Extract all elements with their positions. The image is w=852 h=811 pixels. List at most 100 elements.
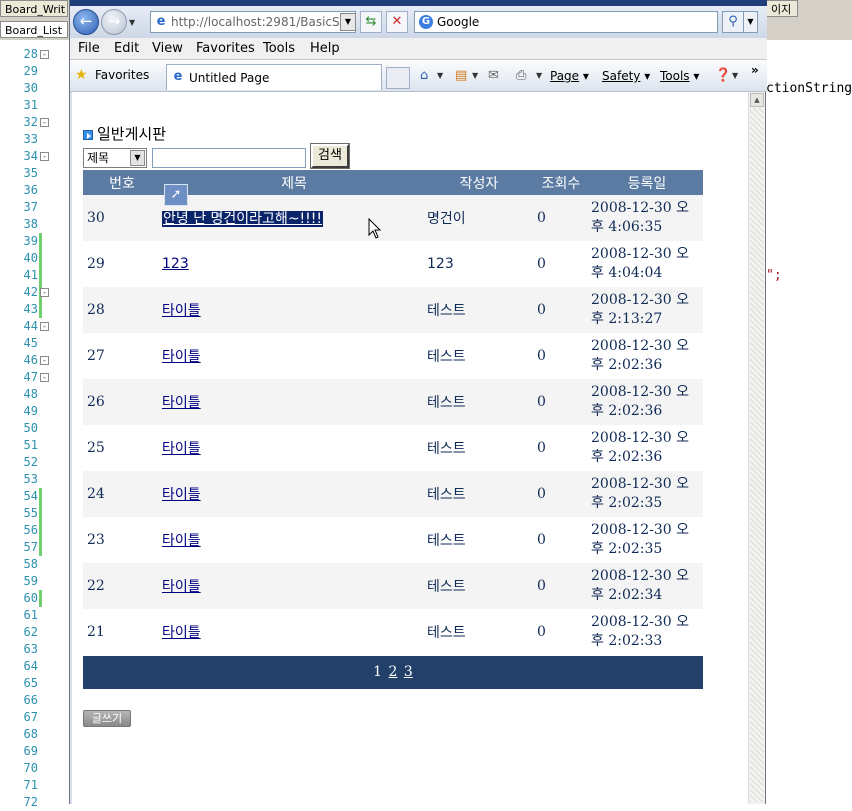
row-writer: 테스트 [427,441,466,457]
search-go-button[interactable]: ⚲ [722,11,744,33]
row-writer: 123 [427,256,454,272]
line-number: 40 [23,251,38,265]
fold-toggle-icon[interactable]: - [40,322,49,331]
post-title-link[interactable]: 타이틀 [162,487,201,503]
post-title-link[interactable]: 타이틀 [162,441,201,457]
help-icon[interactable]: ❓ [715,67,731,85]
help-dropdown[interactable]: ▼ [732,71,738,80]
post-title-link[interactable]: 타이틀 [162,625,201,641]
row-date-line1: 2008-12-30 오 [591,338,690,354]
board-table: 번호 제목 작성자 조회수 등록일 30 안녕 난 명건이라고해~!!!! 명건이 0… [83,170,703,655]
editor-code-area[interactable] [766,44,852,804]
fold-toggle-icon[interactable]: - [40,288,49,297]
post-title-link[interactable]: 123 [162,256,189,272]
editor-tab-board-list[interactable]: Board_List [0,21,68,38]
row-date: 2008-12-30 오후 2:02:36 [591,379,703,425]
row-date-line1: 2008-12-30 오 [591,292,690,308]
menu-edit[interactable]: Edit [112,40,141,58]
fold-toggle-icon[interactable]: - [40,356,49,365]
back-button[interactable]: ← [73,9,99,35]
fold-toggle-icon[interactable]: - [40,50,49,59]
line-number: 65 [23,676,38,690]
feeds-icon[interactable]: ▤ [455,67,467,85]
fold-toggle-icon[interactable]: - [40,373,49,382]
tab-untitled-page[interactable]: e Untitled Page [166,64,382,90]
line-number: 35 [23,166,38,180]
page-link-2[interactable]: 2 [389,664,398,680]
post-title-link[interactable]: 타이틀 [162,303,201,319]
row-number: 26 [83,379,161,425]
line-number: 67 [23,710,38,724]
vertical-scrollbar[interactable]: ▲ [748,92,765,804]
line-number: 45 [23,336,38,350]
row-date: 2008-12-30 오후 2:02:33 [591,609,703,655]
search-button[interactable]: 검색 [310,143,350,169]
menu-tools[interactable]: Tools [261,40,297,58]
line-number: 43 [23,302,38,316]
editor-tab-board-write[interactable]: Board_Writ [0,0,68,17]
stop-button[interactable]: ✕ [386,11,408,33]
row-date: 2008-12-30 오후 2:02:35 [591,517,703,563]
address-dropdown-button[interactable]: ▼ [340,13,356,31]
row-writer: 테스트 [427,349,466,365]
post-title-link[interactable]: 타이틀 [162,349,201,365]
line-number: 70 [23,761,38,775]
menu-bar: File Edit View Favorites Tools Help [70,38,767,60]
post-title-link[interactable]: 타이틀 [162,395,201,411]
post-title-link[interactable]: 안녕 난 명건이라고해~!!!! [162,211,323,227]
safety-menu-button[interactable]: Safety ▾ [602,67,650,85]
row-date-line1: 2008-12-30 오 [591,200,690,216]
print-dropdown[interactable]: ▼ [536,71,542,80]
recent-pages-dropdown[interactable]: ▼ [129,18,135,27]
fold-toggle-icon[interactable]: - [40,118,49,127]
feeds-dropdown[interactable]: ▼ [472,71,478,80]
home-icon[interactable]: ⌂ [420,67,428,85]
search-field-select[interactable]: 제목 ▼ [83,148,147,168]
row-views: 0 [537,348,546,364]
tools-menu-button[interactable]: Tools ▾ [660,67,699,85]
line-number: 64 [23,659,38,673]
search-provider-input[interactable]: G Google [414,11,718,33]
line-number: 46 [23,353,38,367]
fold-toggle-icon[interactable]: - [40,152,49,161]
star-icon: ★ [75,67,88,83]
forward-button[interactable]: → [101,9,127,35]
search-input[interactable] [152,148,306,168]
row-date: 2008-12-30 오후 2:02:34 [591,563,703,609]
post-title-link[interactable]: 타이틀 [162,579,201,595]
print-icon[interactable]: ⎙ [516,67,526,85]
menu-view[interactable]: View [150,40,185,58]
new-tab-button[interactable] [386,67,410,89]
write-post-button[interactable]: 글쓰기 [83,710,131,727]
chevron-down-icon[interactable]: ▼ [130,150,145,166]
menu-help[interactable]: Help [308,40,342,58]
line-number: 56 [23,523,38,537]
home-dropdown[interactable]: ▼ [437,71,443,80]
table-row: 21 타이틀 테스트 0 2008-12-30 오후 2:02:33 [83,609,703,655]
scroll-track[interactable] [750,108,764,802]
scroll-up-button[interactable]: ▲ [750,93,764,107]
row-writer: 명건이 [427,195,531,241]
page-link-3[interactable]: 3 [404,664,413,680]
refresh-button[interactable]: ⇆ [360,11,382,33]
chevron-more-icon[interactable]: » [751,63,759,77]
menu-file[interactable]: File [76,40,102,58]
row-title-cell: 타이틀 [161,287,427,333]
menu-favorites[interactable]: Favorites [194,40,257,58]
column-header-views: 조회수 [531,170,591,195]
forward-arrow-icon: → [107,12,121,30]
row-date-line2: 후 4:04:04 [591,265,663,281]
favorites-button[interactable]: Favorites [95,67,149,83]
line-number: 59 [23,574,38,588]
row-date: 2008-12-30 오후 2:02:36 [591,425,703,471]
editor-tab-page[interactable]: 이지 [766,0,798,17]
address-input[interactable]: e http://localhost:2981/BasicS [150,11,356,33]
post-title-link[interactable]: 타이틀 [162,533,201,549]
row-views: 0 [537,256,546,272]
row-title-cell: 타이틀 [161,517,427,563]
page-menu-button[interactable]: Page ▾ [550,67,589,85]
line-number: 57 [23,540,38,554]
mail-icon[interactable]: ✉ [488,67,499,85]
line-number: 50 [23,421,38,435]
search-options-dropdown[interactable]: ▼ [744,11,758,33]
